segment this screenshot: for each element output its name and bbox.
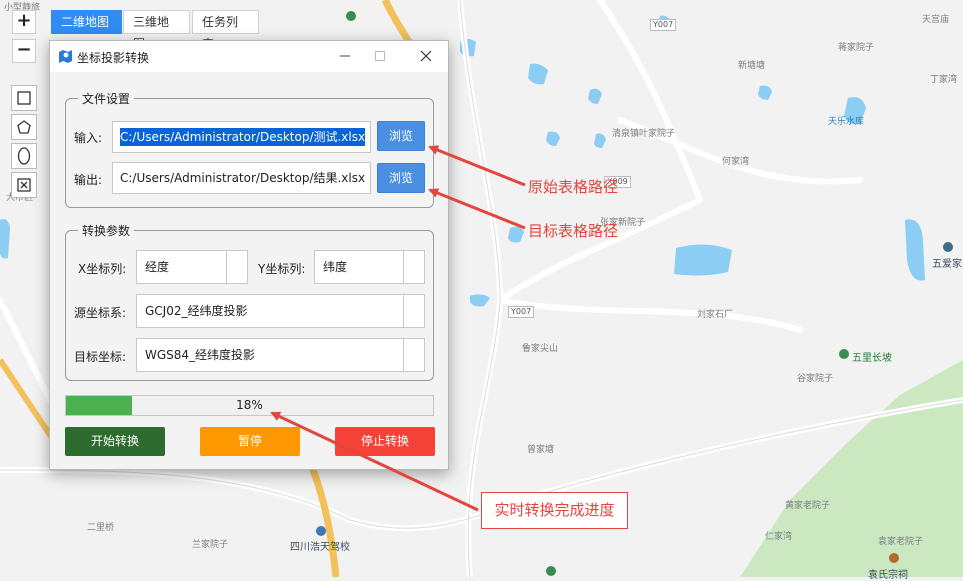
map-label: 蒋家院子 [838, 43, 875, 53]
map-road-tag: Y007 [508, 306, 535, 318]
close-icon [420, 50, 432, 62]
draw-ellipse-button[interactable] [11, 143, 37, 169]
map-label: 清泉镇叶家院子 [612, 129, 676, 139]
y-column-value: 纬度 [323, 260, 348, 274]
poi-pin-icon [316, 526, 326, 536]
output-browse-button[interactable]: 浏览 [377, 163, 425, 193]
zoom-in-button[interactable]: + [12, 10, 36, 34]
dialog-titlebar[interactable]: 坐标投影转换 [50, 41, 448, 72]
file-settings-legend: 文件设置 [82, 92, 131, 106]
source-crs-value: GCJ02_经纬度投影 [145, 304, 248, 318]
y-column-label: Y坐标列: [258, 262, 306, 276]
conversion-params-legend: 转换参数 [82, 224, 131, 238]
input-browse-button[interactable]: 浏览 [377, 121, 425, 151]
poi-pin-icon [943, 242, 953, 252]
input-label: 输入: [74, 131, 103, 145]
map-label: 谷家院子 [797, 374, 834, 384]
map-label: 黄家老院子 [785, 501, 831, 511]
target-crs-value: WGS84_经纬度投影 [145, 348, 256, 362]
map-label: 仁家湾 [765, 532, 793, 542]
target-path-annotation: 目标表格路径 [528, 222, 619, 240]
map-label: 五爱家 [932, 259, 962, 270]
progress-text: 18% [236, 398, 263, 412]
tab-2d-map[interactable]: 二维地图 [51, 10, 122, 34]
y-column-select[interactable]: 纬度 [314, 250, 425, 284]
map-road-tag: Y007 [650, 19, 677, 31]
zoom-out-button[interactable]: − [12, 39, 36, 63]
tab-3d-map[interactable]: 三维地图 [123, 10, 190, 51]
map-label: 曾家塘 [527, 445, 555, 455]
poi-pin-icon [839, 349, 849, 359]
output-label: 输出: [74, 173, 103, 187]
map-label: 何家湾 [722, 157, 750, 167]
map-label: 丁家湾 [930, 75, 958, 85]
draw-polygon-button[interactable] [11, 114, 37, 140]
maximize-button[interactable] [366, 45, 394, 67]
draw-rectangle-button[interactable] [11, 85, 37, 111]
dropdown-arrow-icon [403, 339, 424, 371]
output-path-field[interactable]: C:/Users/Administrator/Desktop/结果.xlsx [112, 162, 371, 194]
target-crs-select[interactable]: WGS84_经纬度投影 [136, 338, 425, 372]
clear-box-icon [17, 178, 31, 192]
map-label: 袁家老院子 [878, 537, 924, 547]
map-label: 兰家院子 [192, 540, 229, 550]
polygon-icon [17, 120, 31, 134]
dropdown-arrow-icon [403, 295, 424, 327]
x-column-label: X坐标列: [78, 262, 127, 276]
dialog-title: 坐标投影转换 [77, 51, 150, 65]
pause-button[interactable]: 暂停 [200, 427, 300, 456]
input-path-value: C:/Users/Administrator/Desktop/测试.xlsx [120, 128, 366, 146]
clear-drawing-button[interactable] [11, 172, 37, 198]
input-path-field[interactable]: C:/Users/Administrator/Desktop/测试.xlsx [112, 121, 371, 153]
ellipse-icon [17, 147, 31, 165]
stop-conversion-button[interactable]: 停止转换 [335, 427, 435, 456]
x-column-value: 经度 [145, 260, 170, 274]
maximize-icon [375, 51, 385, 61]
start-conversion-button[interactable]: 开始转换 [65, 427, 165, 456]
poi-pin-icon [346, 11, 356, 21]
map-label: 二里桥 [87, 523, 115, 533]
dropdown-arrow-icon [226, 251, 247, 283]
coordinate-projection-dialog: 坐标投影转换 文件设置 输入: C:/Users/Administrator/D… [49, 40, 449, 470]
source-crs-label: 源坐标系: [74, 306, 127, 320]
map-label: 刘家石厂 [697, 310, 734, 320]
source-path-annotation: 原始表格路径 [528, 178, 619, 196]
map-label: 天乐水库 [828, 117, 865, 127]
close-button[interactable] [412, 45, 440, 67]
source-crs-select[interactable]: GCJ02_经纬度投影 [136, 294, 425, 328]
map-app-icon [59, 50, 72, 63]
minimize-icon [340, 55, 350, 57]
map-label: 新塘塘 [738, 61, 766, 71]
poi-pin-icon [546, 566, 556, 576]
map-label: 五里长坡 [852, 353, 892, 364]
map-label: 四川浩天驾校 [290, 542, 350, 553]
conversion-progress-bar: 18% [65, 395, 434, 416]
target-crs-label: 目标坐标: [74, 350, 127, 364]
map-label: 袁氏宗祠 [868, 570, 908, 581]
map-label: 天宫庙 [922, 15, 950, 25]
x-column-select[interactable]: 经度 [136, 250, 248, 284]
minimize-button[interactable] [331, 45, 359, 67]
map-label: 鲁家尖山 [522, 344, 559, 354]
progress-annotation: 实时转换完成进度 [481, 492, 628, 529]
tab-task-list[interactable]: 任务列表 [192, 10, 259, 51]
rectangle-icon [17, 91, 31, 105]
dropdown-arrow-icon [403, 251, 424, 283]
poi-pin-icon [889, 553, 899, 563]
